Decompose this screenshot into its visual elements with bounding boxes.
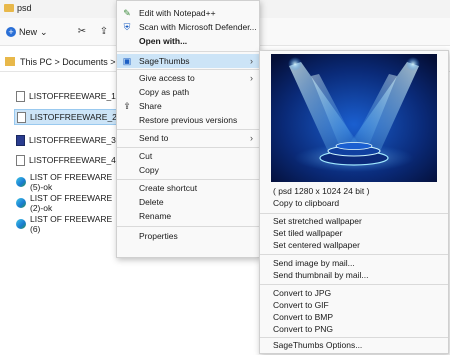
- menu-item-label: SageThumbs: [139, 56, 190, 66]
- document-icon: [16, 90, 25, 102]
- menu-item-label: Create shortcut: [139, 183, 198, 193]
- menu-item-restore-versions[interactable]: Restore previous versions: [117, 113, 259, 127]
- menu-divider: [117, 179, 259, 180]
- menu-item-label: Cut: [139, 151, 153, 161]
- folder-icon: [5, 57, 15, 66]
- menu-item-convert-png[interactable]: Convert to PNG: [260, 323, 448, 336]
- edge-icon: [16, 219, 26, 229]
- menu-item-label: Copy to clipboard: [273, 198, 340, 208]
- list-item[interactable]: LIST OF FREEWARE (2)-ok: [14, 193, 124, 213]
- list-item[interactable]: LIST OF FREEWARE (5)-ok: [14, 172, 124, 192]
- menu-item-label: Copy as path: [139, 87, 190, 97]
- image-info-label: ( psd 1280 x 1024 24 bit ): [273, 186, 370, 196]
- share-icon: ⇪: [123, 101, 131, 111]
- menu-item-open-with[interactable]: Open with...: [117, 34, 259, 48]
- menu-divider: [260, 337, 448, 338]
- menu-divider: [117, 69, 259, 70]
- menu-item-label: Copy: [139, 165, 159, 175]
- menu-divider: [117, 226, 259, 227]
- menu-item-delete[interactable]: Delete: [117, 195, 259, 209]
- menu-item-send-thumb-mail[interactable]: Send thumbnail by mail...: [260, 269, 448, 282]
- menu-item-label: Restore previous versions: [139, 115, 238, 125]
- window-title: psd: [17, 3, 32, 13]
- menu-item-label: Open with...: [139, 36, 188, 46]
- folder-icon: [4, 4, 14, 12]
- menu-item-label: Set tiled wallpaper: [273, 228, 343, 238]
- menu-item-label: Scan with Microsoft Defender...: [139, 22, 257, 32]
- psd-image-icon: [16, 134, 25, 146]
- menu-divider: [260, 254, 448, 255]
- new-label: New: [19, 27, 38, 37]
- list-item[interactable]: LISTOFFREEWARE_4: [14, 152, 124, 168]
- document-icon: [16, 154, 25, 166]
- menu-divider: [117, 129, 259, 130]
- menu-item-copy[interactable]: Copy: [117, 163, 259, 177]
- menu-divider: [260, 284, 448, 285]
- share-icon[interactable]: ⇪: [98, 26, 110, 38]
- menu-item-label: Rename: [139, 211, 172, 221]
- menu-item-label: Set stretched wallpaper: [273, 216, 362, 226]
- file-name: LISTOFFREEWARE_4: [29, 155, 116, 165]
- menu-item-share[interactable]: ⇪ Share: [117, 99, 259, 113]
- menu-item-properties[interactable]: Properties: [117, 229, 259, 243]
- file-name: LISTOFFREEWARE_1: [29, 91, 116, 101]
- menu-item-label: Send to: [139, 133, 169, 143]
- menu-item-sagethumbs[interactable]: ▣ SageThumbs ›: [117, 54, 259, 68]
- breadcrumb[interactable]: This PC > Documents > A: [20, 57, 124, 67]
- menu-item-label: SageThumbs Options...: [273, 340, 363, 350]
- menu-item-label: Convert to GIF: [273, 300, 329, 310]
- menu-item-copy-clipboard[interactable]: Copy to clipboard: [260, 197, 448, 210]
- menu-item-edit-notepad[interactable]: ✎ Edit with Notepad++: [117, 6, 259, 20]
- image-thumbnail: [271, 54, 437, 182]
- menu-item-send-to[interactable]: Send to ›: [117, 131, 259, 145]
- file-name: LIST OF FREEWARE (2)-ok: [30, 193, 113, 213]
- menu-item-label: Convert to PNG: [273, 324, 333, 334]
- menu-divider: [117, 51, 259, 52]
- edge-icon: [16, 198, 26, 208]
- menu-item-cut[interactable]: Cut: [117, 149, 259, 163]
- menu-item-label: Convert to JPG: [273, 288, 332, 298]
- file-name: LISTOFFREEWARE_3: [29, 135, 116, 145]
- file-name: LIST OF FREEWARE (5)-ok: [30, 172, 113, 192]
- document-icon: [17, 111, 26, 123]
- menu-item-create-shortcut[interactable]: Create shortcut: [117, 181, 259, 195]
- edge-icon: [16, 177, 26, 187]
- context-menu: ✎ Edit with Notepad++ ⛨ Scan with Micros…: [116, 0, 260, 258]
- menu-divider: [117, 147, 259, 148]
- stage-spotlights-image: [271, 54, 437, 182]
- cut-icon[interactable]: ✂: [76, 26, 88, 38]
- menu-item-label: Give access to: [139, 73, 195, 83]
- chevron-right-icon: ›: [250, 56, 253, 66]
- sagethumbs-submenu: ( psd 1280 x 1024 24 bit ) Copy to clipb…: [259, 50, 449, 354]
- chevron-right-icon: ›: [250, 73, 253, 83]
- menu-item-label: Delete: [139, 197, 164, 207]
- menu-item-label: Convert to BMP: [273, 312, 333, 322]
- menu-item-label: Send thumbnail by mail...: [273, 270, 369, 280]
- chevron-down-icon: ⌄: [40, 26, 48, 37]
- file-name: LIST OF FREEWARE (6): [30, 214, 113, 234]
- menu-item-label: Set centered wallpaper: [273, 240, 360, 250]
- sagethumbs-icon: ▣: [122, 56, 132, 66]
- menu-item-copy-as-path[interactable]: Copy as path: [117, 85, 259, 99]
- notepad-plus-icon: ✎: [123, 8, 131, 18]
- menu-item-label: Send image by mail...: [273, 258, 355, 268]
- menu-divider: [260, 213, 448, 214]
- chevron-right-icon: ›: [250, 133, 253, 143]
- menu-item-set-centered[interactable]: Set centered wallpaper: [260, 239, 448, 252]
- menu-item-give-access[interactable]: Give access to ›: [117, 71, 259, 85]
- list-item[interactable]: LISTOFFREEWARE_1: [14, 88, 124, 104]
- new-button[interactable]: + New ⌄: [6, 25, 48, 39]
- list-item[interactable]: LISTOFFREEWARE_2: [14, 109, 124, 125]
- menu-item-rename[interactable]: Rename: [117, 209, 259, 223]
- shield-icon: ⛨: [123, 22, 131, 32]
- file-name: LISTOFFREEWARE_2: [30, 112, 117, 122]
- menu-item-sagethumbs-options[interactable]: SageThumbs Options...: [260, 339, 448, 352]
- menu-item-scan-defender[interactable]: ⛨ Scan with Microsoft Defender...: [117, 20, 259, 34]
- list-item[interactable]: LISTOFFREEWARE_3: [14, 132, 124, 148]
- menu-item-label: Properties: [139, 231, 178, 241]
- menu-item-label: Edit with Notepad++: [139, 8, 216, 18]
- menu-item-label: Share: [139, 101, 162, 111]
- plus-icon: +: [6, 27, 16, 37]
- list-item[interactable]: LIST OF FREEWARE (6): [14, 214, 124, 234]
